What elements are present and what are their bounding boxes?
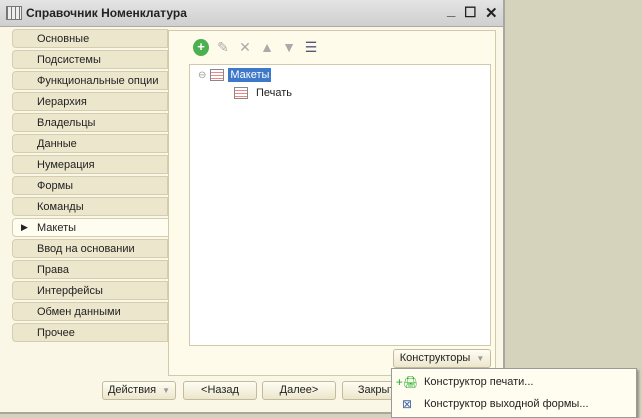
tab-label: Нумерация [37, 159, 95, 171]
tab-label: Формы [37, 180, 74, 192]
dropdown-arrow-icon: ▼ [476, 354, 485, 363]
tab-obmen-dannymi[interactable]: Обмен данными [12, 302, 168, 321]
selected-arrow-icon: ▶ [21, 222, 28, 232]
tab-ierarkhiya[interactable]: Иерархия [12, 92, 168, 111]
tree-node-makety[interactable]: ⊖ Макеты [198, 68, 272, 82]
catalog-icon [6, 6, 22, 20]
tab-label: Команды [37, 201, 84, 213]
tab-label: Интерфейсы [37, 285, 103, 297]
tab-label: Ввод на основании [37, 243, 135, 255]
close-window-button[interactable]: ✕ [485, 4, 498, 22]
delete-icon[interactable]: ✕ [237, 39, 253, 56]
tab-prochee[interactable]: Прочее [12, 323, 168, 342]
output-form-constructor-icon: ⊠ [401, 397, 413, 411]
tab-dannye[interactable]: Данные [12, 134, 168, 153]
collapse-icon[interactable]: ⊖ [198, 70, 206, 81]
tab-label: Обмен данными [37, 306, 121, 318]
tab-label: Основные [37, 33, 90, 45]
tab-vvod-na-osnovanii[interactable]: Ввод на основании [12, 239, 168, 258]
tab-podsistemy[interactable]: Подсистемы [12, 50, 168, 69]
tab-label: Макеты [37, 222, 77, 234]
tab-list: Основные Подсистемы Функциональные опции… [12, 29, 170, 344]
tab-funktsionalnye-optsii[interactable]: Функциональные опции [12, 71, 168, 90]
tab-interfeysy[interactable]: Интерфейсы [12, 281, 168, 300]
tab-label: Подсистемы [37, 54, 101, 66]
menu-item-label: Конструктор выходной формы... [424, 398, 589, 410]
sort-icon[interactable]: ☰ [303, 39, 319, 56]
tab-label: Данные [37, 138, 77, 150]
templates-tree: ⊖ Макеты Печать [189, 64, 491, 346]
window: Справочник Номенклатура _ ☐ ✕ Основные П… [0, 0, 505, 414]
next-button[interactable]: Далее> [262, 381, 336, 400]
window-title: Справочник Номенклатура [26, 6, 187, 20]
tab-label: Иерархия [37, 96, 87, 108]
button-label: Действия [107, 384, 157, 396]
title-bar: Справочник Номенклатура _ ☐ ✕ [0, 0, 503, 27]
menu-item-label: Конструктор печати... [424, 376, 534, 388]
tab-vladeltsy[interactable]: Владельцы [12, 113, 168, 132]
tab-komandy[interactable]: Команды [12, 197, 168, 216]
tab-osnovnye[interactable]: Основные [12, 29, 168, 48]
tree-node-pechat[interactable]: Печать [234, 87, 292, 99]
minimize-button[interactable]: _ [447, 2, 455, 19]
tab-label: Прочее [37, 327, 75, 339]
tab-makety[interactable]: ▶ Макеты [12, 218, 170, 237]
tab-label: Права [37, 264, 69, 276]
tab-prava[interactable]: Права [12, 260, 168, 279]
tree-node-label: Печать [256, 87, 293, 99]
back-button[interactable]: <Назад [183, 381, 257, 400]
actions-button[interactable]: Действия ▼ [102, 381, 176, 400]
edit-icon[interactable]: ✎ [215, 39, 231, 56]
tab-label: Функциональные опции [37, 75, 159, 87]
toolbar: + ✎ ✕ ▲ ▼ ☰ [193, 39, 319, 56]
tab-formy[interactable]: Формы [12, 176, 168, 195]
tab-content-panel: + ✎ ✕ ▲ ▼ ☰ ⊖ Макеты Печать Конструкторы… [168, 30, 496, 376]
menu-item-print-constructor[interactable]: +🖨 Конструктор печати... [392, 371, 636, 393]
add-icon[interactable]: + [193, 39, 209, 56]
constructors-menu: +🖨 Конструктор печати... ⊠ Конструктор вых… [391, 368, 637, 418]
dropdown-arrow-icon: ▼ [162, 386, 171, 395]
button-label: Конструкторы [399, 352, 471, 364]
constructors-button[interactable]: Конструкторы ▼ [393, 349, 491, 368]
tab-numeratsiya[interactable]: Нумерация [12, 155, 168, 174]
tree-node-label: Макеты [228, 68, 272, 82]
move-up-icon[interactable]: ▲ [259, 39, 275, 56]
move-down-icon[interactable]: ▼ [281, 39, 297, 56]
tab-label: Владельцы [37, 117, 96, 129]
template-icon [210, 69, 225, 81]
template-icon [234, 87, 248, 99]
maximize-button[interactable]: ☐ [464, 4, 477, 21]
print-constructor-icon: +🖨 [395, 375, 419, 389]
menu-item-output-form-constructor[interactable]: ⊠ Конструктор выходной формы... [392, 393, 636, 415]
